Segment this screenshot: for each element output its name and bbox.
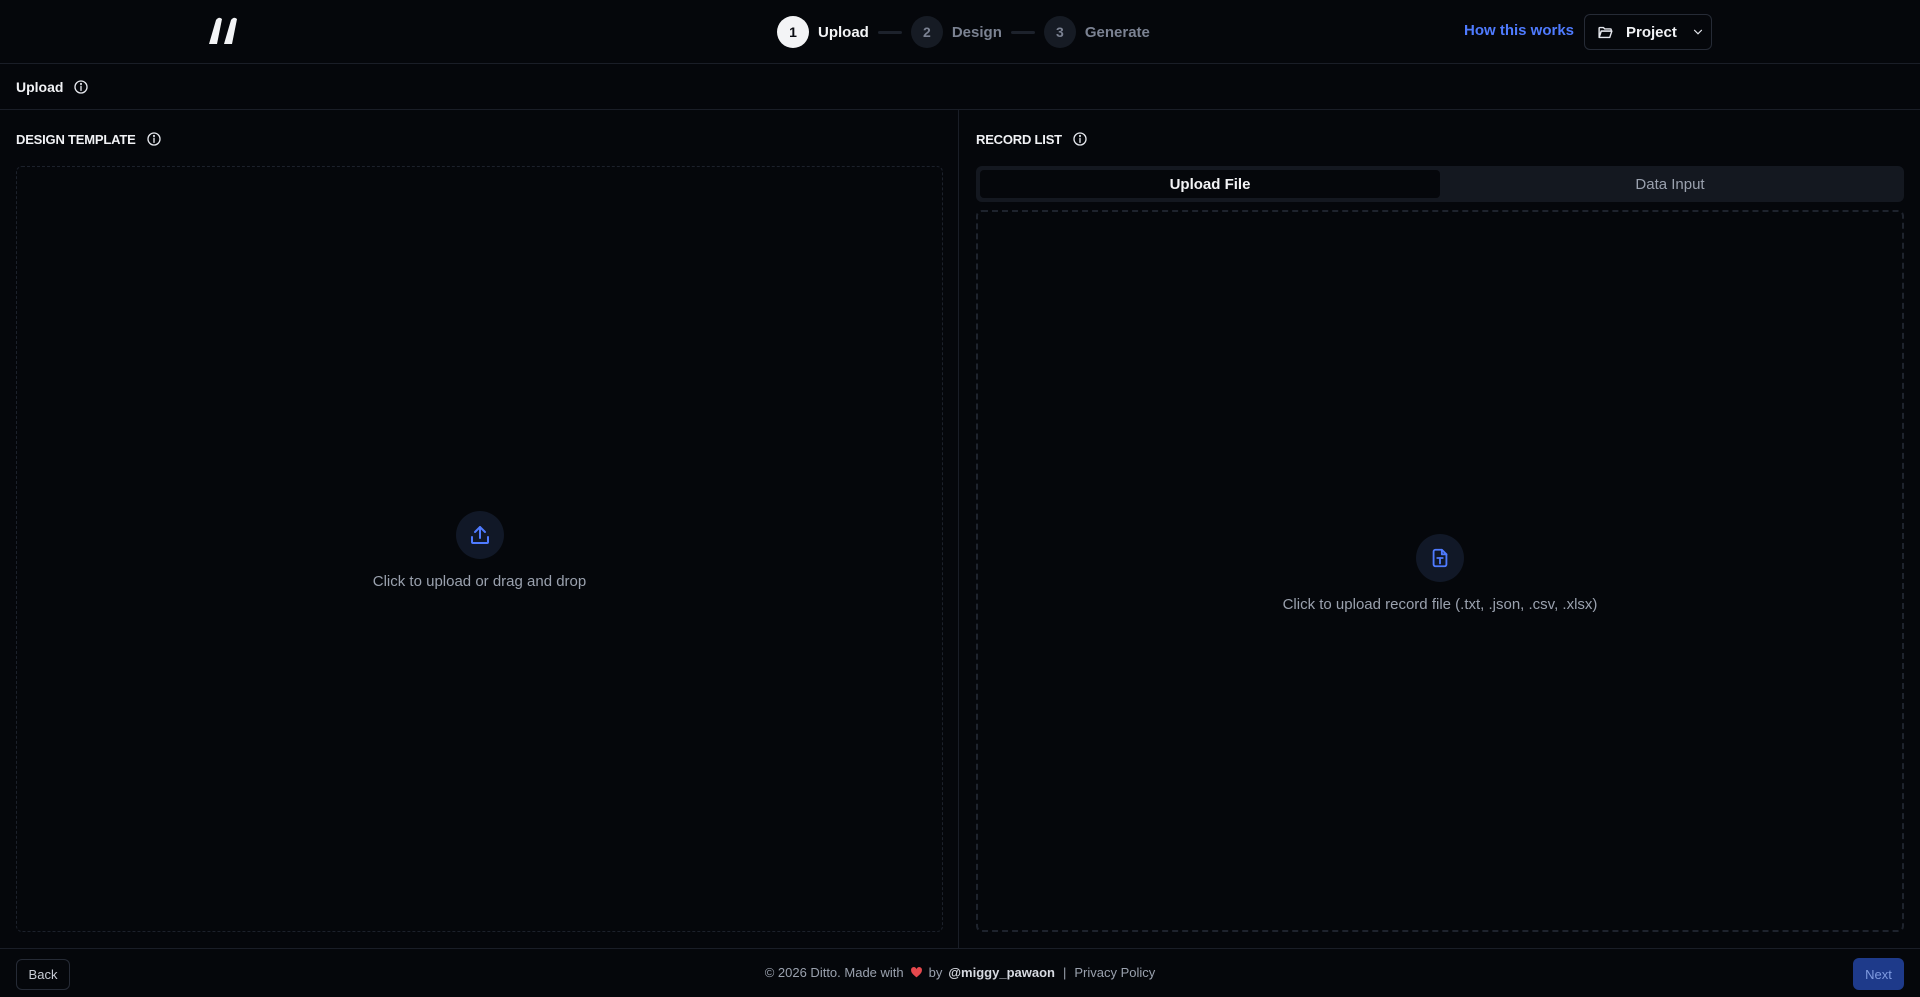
step-label: Design (951, 23, 1002, 41)
project-dropdown-button[interactable]: Project (1584, 14, 1712, 50)
record-list-header: RECORD LIST (976, 131, 1088, 147)
file-text-icon (1416, 534, 1464, 582)
step-upload[interactable]: 1 Upload (777, 16, 869, 48)
info-icon[interactable] (1072, 131, 1088, 147)
step-design[interactable]: 2 Design (910, 16, 1002, 48)
step-number: 3 (1043, 16, 1076, 48)
project-label: Project (1626, 23, 1677, 41)
dropzone-content: Click to upload or drag and drop (17, 511, 942, 590)
dropzone-content: Click to upload record file (.txt, .json… (978, 534, 1902, 613)
step-connector (1010, 30, 1035, 34)
step-label: Generate (1084, 23, 1150, 41)
footer-separator: | (1062, 965, 1067, 980)
design-template-dropzone[interactable]: Click to upload or drag and drop (16, 166, 943, 932)
step-label: Upload (818, 23, 869, 41)
dropzone-text: Click to upload record file (.txt, .json… (1282, 596, 1598, 613)
tab-data-input[interactable]: Data Input (1440, 170, 1900, 198)
footer-credits: © 2026 Ditto. Made with by @miggy_pawaon… (0, 965, 1920, 980)
panel-divider (958, 110, 959, 948)
section-title: DESIGN TEMPLATE (16, 131, 136, 147)
design-template-header: DESIGN TEMPLATE (16, 131, 162, 147)
chevron-down-icon (1693, 29, 1702, 35)
section-title: RECORD LIST (976, 131, 1062, 147)
by-text: by (928, 965, 943, 980)
how-this-works-link[interactable]: How this works (1464, 22, 1574, 39)
privacy-policy-link[interactable]: Privacy Policy (1074, 965, 1155, 980)
info-icon[interactable] (146, 131, 162, 147)
record-file-dropzone[interactable]: Click to upload record file (.txt, .json… (976, 210, 1904, 932)
author-link[interactable]: @miggy_pawaon (948, 965, 1055, 980)
page-title: Upload (16, 79, 64, 95)
logo-quote-icon[interactable] (206, 14, 242, 50)
step-number: 2 (910, 16, 943, 48)
app-root: 1 Upload 2 Design 3 Generate How this wo… (0, 0, 1920, 997)
footer: Back © 2026 Ditto. Made with by @miggy_p… (0, 948, 1920, 997)
stepper: 1 Upload 2 Design 3 Generate (777, 15, 1150, 49)
page-subheader: Upload (0, 65, 1920, 110)
copyright-text: © 2026 Ditto. Made with (764, 965, 904, 980)
step-generate[interactable]: 3 Generate (1043, 16, 1150, 48)
top-bar: 1 Upload 2 Design 3 Generate How this wo… (0, 0, 1920, 64)
step-number: 1 (777, 16, 809, 48)
tab-upload-file[interactable]: Upload File (980, 170, 1440, 198)
upload-icon (455, 511, 504, 559)
heart-icon (910, 967, 922, 978)
next-button[interactable]: Next (1853, 958, 1904, 990)
record-source-tabs: Upload File Data Input (976, 166, 1904, 202)
folder-icon (1598, 26, 1613, 38)
step-connector (877, 30, 902, 34)
dropzone-text: Click to upload or drag and drop (372, 573, 587, 590)
info-icon[interactable] (73, 79, 89, 95)
